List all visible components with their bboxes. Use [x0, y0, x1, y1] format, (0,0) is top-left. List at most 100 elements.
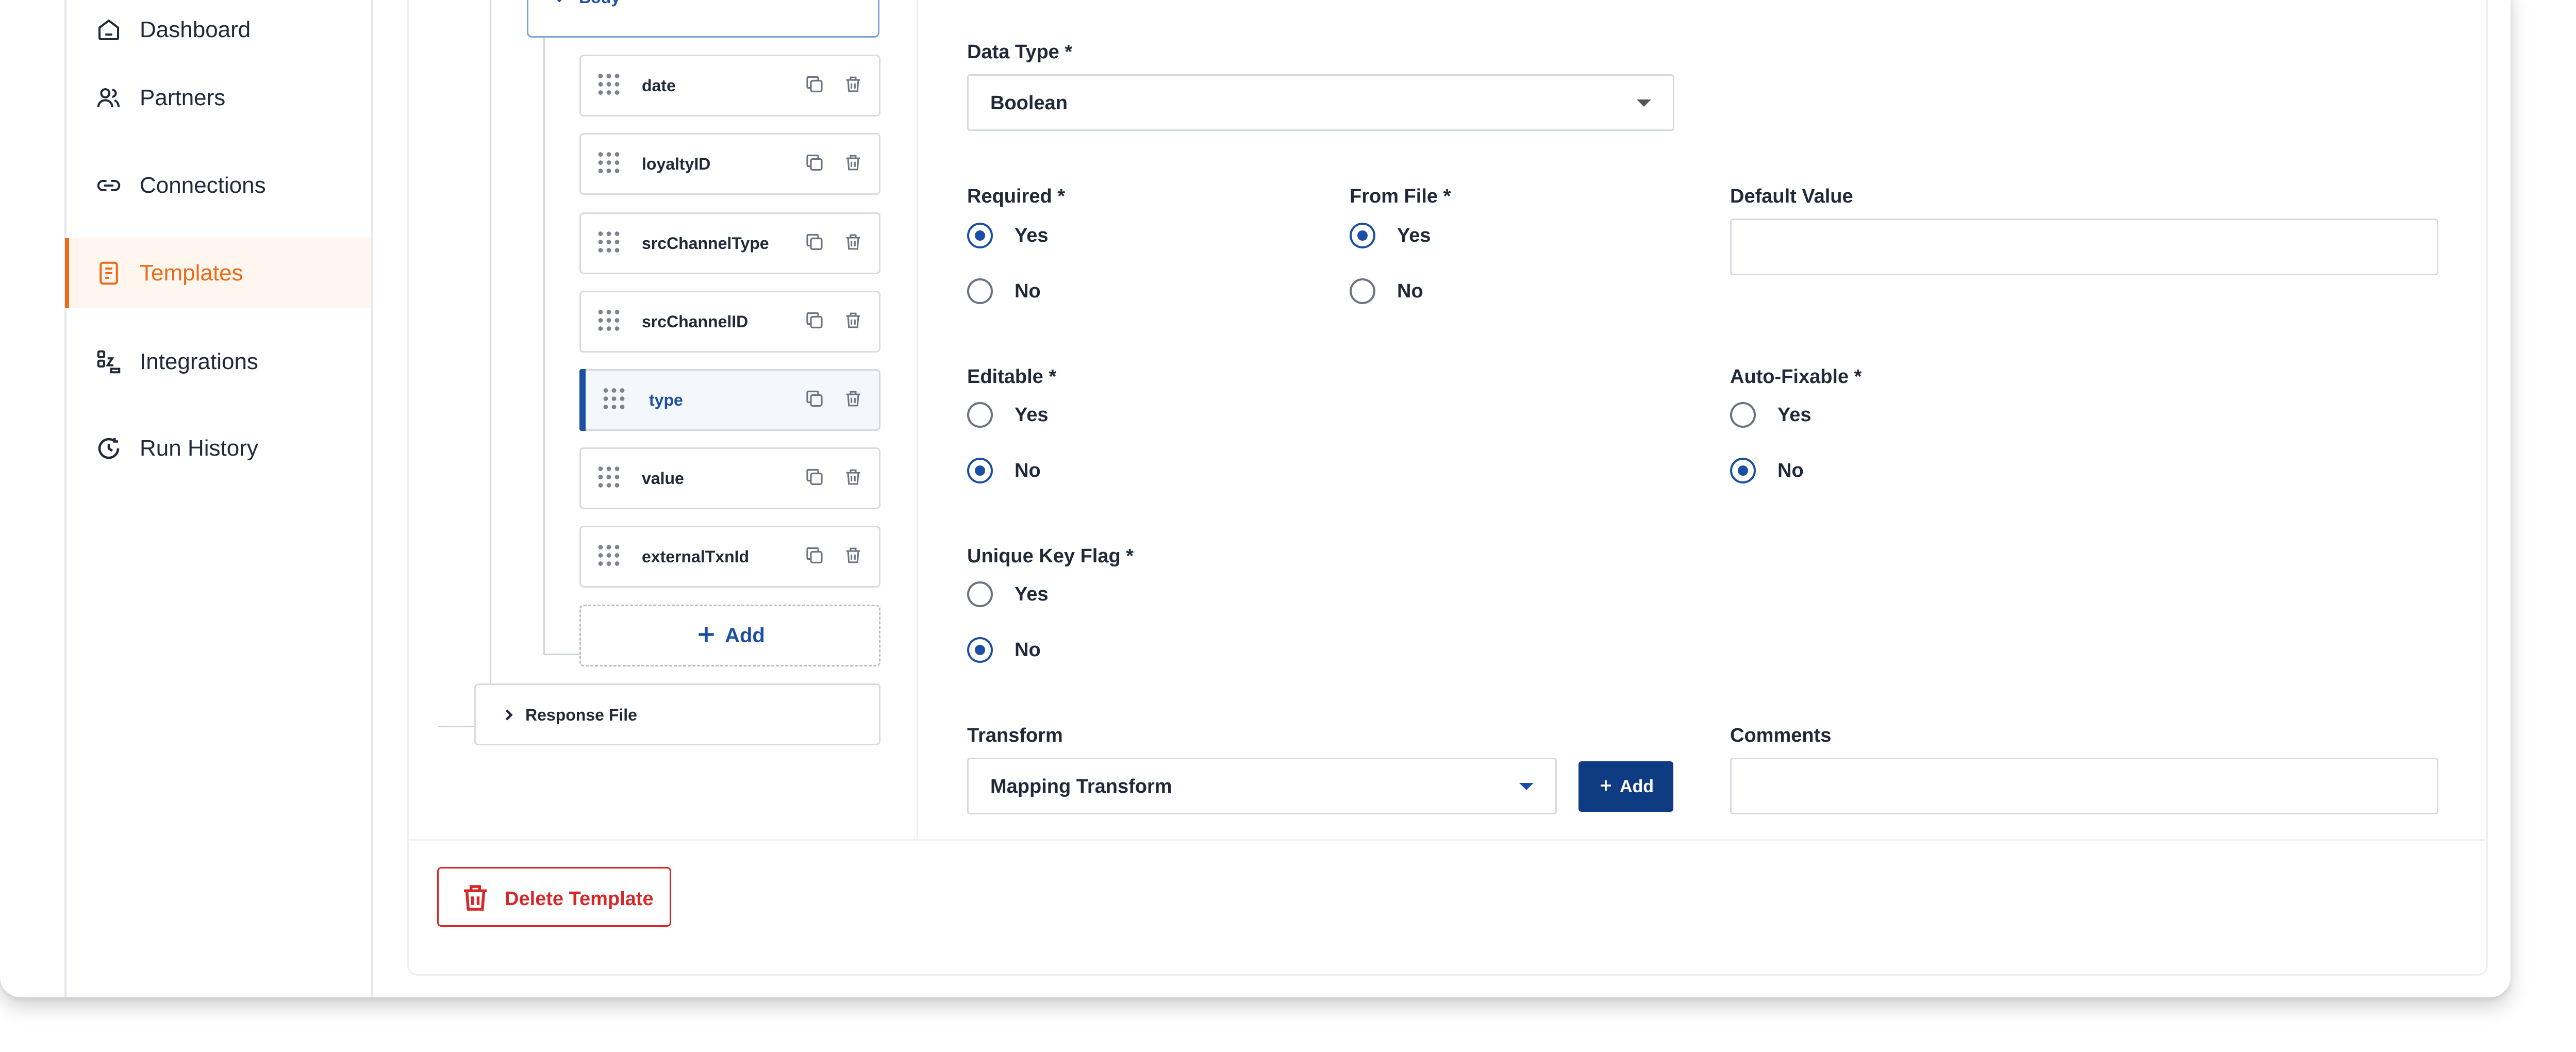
radio-label: Yes	[1015, 583, 1049, 605]
copy-icon[interactable]	[804, 310, 825, 334]
auto-fixable-no-radio[interactable]: No	[1730, 458, 1804, 483]
transform-select[interactable]: Mapping Transform	[967, 758, 1557, 814]
chevron-down-icon	[550, 0, 569, 10]
radio-circle[interactable]	[1350, 223, 1375, 248]
unique-key-yes-radio[interactable]: Yes	[967, 581, 1049, 607]
drag-handle-icon[interactable]	[595, 71, 622, 101]
drag-handle-icon[interactable]	[595, 464, 622, 493]
sidebar-item-label: Integrations	[140, 349, 258, 374]
data-type-select[interactable]: Boolean	[967, 74, 1674, 131]
radio-circle[interactable]	[1730, 458, 1756, 483]
from-file-no-radio[interactable]: No	[1350, 278, 1423, 304]
add-transform-label: Add	[1619, 776, 1654, 796]
users-icon	[93, 82, 124, 113]
sidebar-item-integrations[interactable]: Integrations	[67, 327, 371, 397]
trash-icon[interactable]	[843, 467, 863, 490]
tree-field-srcchanneltype[interactable]: srcChannelType	[579, 212, 880, 274]
copy-icon[interactable]	[804, 388, 825, 412]
panel-divider	[917, 0, 918, 840]
tree-field-label: date	[642, 76, 676, 95]
radio-label: Yes	[1015, 404, 1049, 426]
copy-icon[interactable]	[804, 545, 825, 569]
radio-label: No	[1397, 280, 1423, 302]
data-type-label: Data Type *	[967, 41, 1073, 63]
trash-icon[interactable]	[843, 232, 863, 255]
radio-label: No	[1015, 280, 1041, 302]
radio-circle[interactable]	[967, 637, 993, 663]
default-value-input[interactable]	[1730, 219, 2438, 275]
unique-key-no-radio[interactable]: No	[967, 637, 1041, 663]
trash-icon[interactable]	[843, 74, 863, 97]
app-window: Dashboard Partners Connections Templates…	[0, 0, 2511, 997]
tree-field-label: externalTxnId	[642, 547, 750, 566]
transform-label: Transform	[967, 725, 1063, 746]
tree-line	[438, 726, 475, 727]
tree-node-label: Body	[579, 0, 620, 7]
tree-line	[543, 654, 579, 655]
history-icon	[93, 433, 124, 464]
comments-input[interactable]	[1730, 758, 2438, 814]
copy-icon[interactable]	[804, 231, 825, 256]
footer-divider	[407, 839, 2485, 841]
drag-handle-icon[interactable]	[595, 542, 622, 572]
dropdown-caret-icon	[1519, 783, 1534, 790]
radio-circle[interactable]	[1350, 278, 1375, 304]
radio-circle[interactable]	[967, 458, 993, 483]
radio-label: Yes	[1015, 224, 1049, 246]
plus-icon	[1598, 778, 1614, 796]
tree-node-body[interactable]: Body	[527, 0, 879, 38]
data-type-value: Boolean	[990, 92, 1068, 114]
radio-circle[interactable]	[1730, 402, 1756, 428]
radio-label: No	[1015, 459, 1041, 481]
radio-label: No	[1777, 459, 1804, 481]
sidebar-item-templates[interactable]: Templates	[65, 238, 371, 308]
auto-fixable-label: Auto-Fixable *	[1730, 366, 1862, 388]
tree-node-label: Response File	[525, 706, 637, 724]
drag-handle-icon[interactable]	[601, 386, 627, 415]
radio-label: Yes	[1397, 224, 1431, 246]
radio-circle[interactable]	[967, 402, 993, 428]
radio-circle[interactable]	[967, 223, 993, 248]
required-label: Required *	[967, 186, 1066, 207]
trash-icon[interactable]	[843, 310, 863, 333]
trash-icon[interactable]	[843, 389, 863, 412]
integrations-icon	[93, 346, 124, 377]
trash-icon[interactable]	[843, 153, 863, 176]
delete-template-button[interactable]: Delete Template	[437, 867, 671, 927]
sidebar-item-connections[interactable]: Connections	[67, 151, 371, 221]
required-no-radio[interactable]: No	[967, 278, 1041, 304]
tree-field-externaltxnid[interactable]: externalTxnId	[579, 526, 880, 588]
editable-yes-radio[interactable]: Yes	[967, 402, 1049, 428]
add-transform-button[interactable]: Add	[1578, 761, 1673, 812]
tree-field-date[interactable]: date	[579, 55, 880, 116]
radio-circle[interactable]	[967, 278, 993, 304]
sidebar-item-run-history[interactable]: Run History	[67, 413, 371, 483]
tree-field-type[interactable]: type	[579, 369, 880, 431]
radio-label: Yes	[1777, 404, 1811, 426]
tree-field-loyaltyid[interactable]: loyaltyID	[579, 133, 880, 195]
tree-field-value[interactable]: value	[579, 447, 880, 509]
required-yes-radio[interactable]: Yes	[967, 223, 1049, 248]
editable-no-radio[interactable]: No	[967, 458, 1041, 483]
sidebar-item-dashboard[interactable]: Dashboard	[67, 0, 371, 65]
copy-icon[interactable]	[804, 152, 825, 176]
drag-handle-icon[interactable]	[595, 229, 622, 258]
trash-icon	[458, 881, 492, 917]
drag-handle-icon[interactable]	[595, 307, 622, 337]
unique-key-label: Unique Key Flag *	[967, 545, 1134, 567]
copy-icon[interactable]	[804, 74, 825, 98]
radio-label: No	[1015, 639, 1041, 661]
drag-handle-icon[interactable]	[595, 149, 622, 179]
trash-icon[interactable]	[843, 545, 863, 569]
copy-icon[interactable]	[804, 466, 825, 491]
document-icon	[93, 258, 124, 289]
auto-fixable-yes-radio[interactable]: Yes	[1730, 402, 1811, 428]
tree-field-srcchannelid[interactable]: srcChannelID	[579, 291, 880, 353]
tree-field-label: loyaltyID	[642, 154, 711, 173]
tree-node-response-file[interactable]: Response File	[474, 683, 880, 745]
add-field-button[interactable]: Add	[579, 605, 880, 666]
sidebar-item-label: Dashboard	[140, 17, 251, 42]
radio-circle[interactable]	[967, 581, 993, 607]
from-file-yes-radio[interactable]: Yes	[1350, 223, 1431, 248]
sidebar-item-partners[interactable]: Partners	[67, 63, 371, 133]
